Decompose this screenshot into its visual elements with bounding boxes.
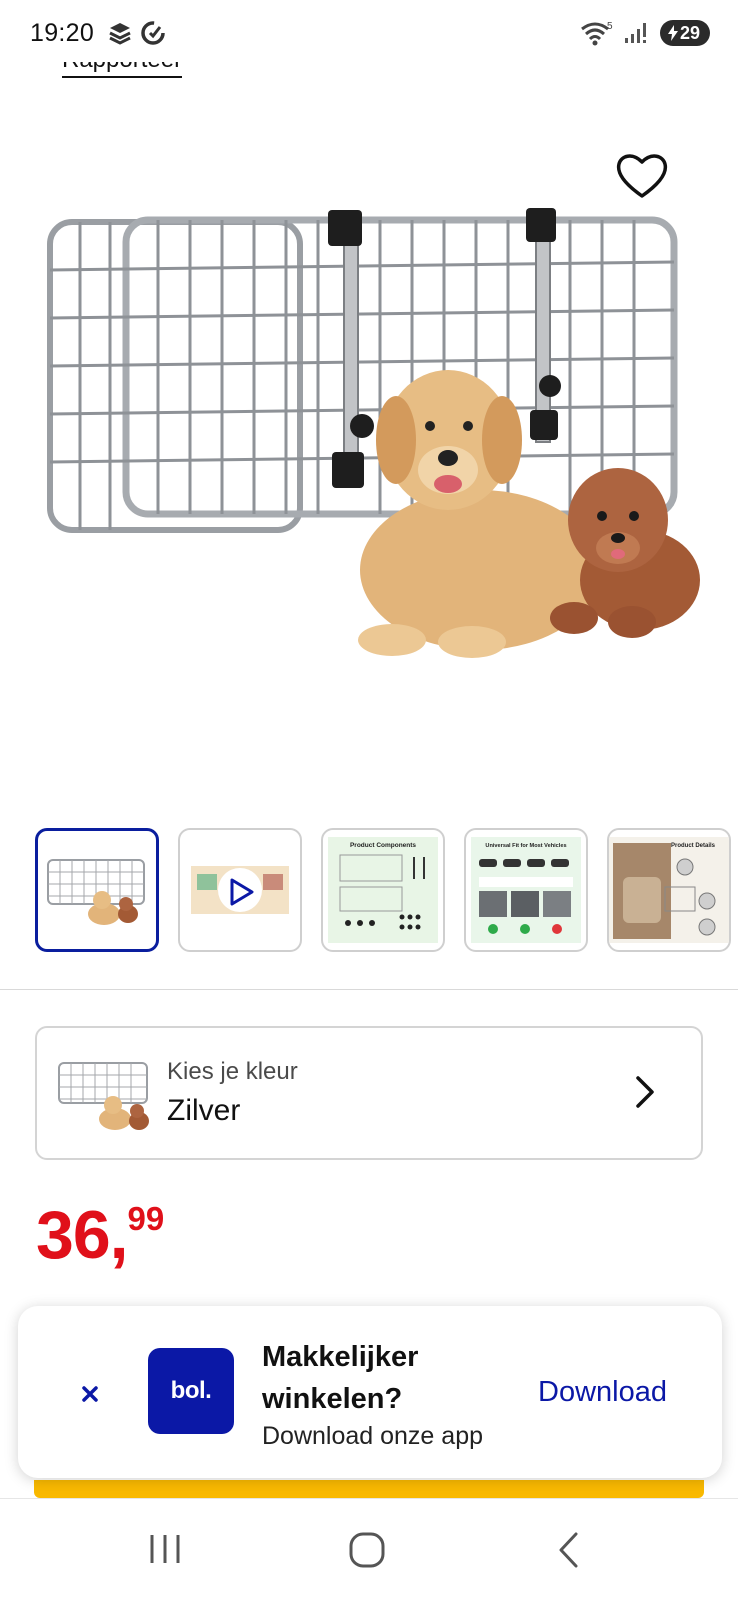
home-icon[interactable]	[348, 1531, 386, 1569]
thumbnail-components[interactable]: Product Components	[321, 828, 445, 952]
price-decimals: 99	[127, 1200, 165, 1237]
dog-car-barrier-image	[47, 208, 700, 658]
wifi-icon: 5	[581, 21, 613, 46]
color-texts: Kies je kleur Zilver	[167, 1058, 298, 1128]
vehicles-thumbnail-image: Universal Fit for Most Vehicles	[471, 837, 581, 943]
add-to-cart-button-partial[interactable]	[34, 1480, 704, 1498]
thumbnail-strip: Product Components Universal Fit for Mos…	[35, 828, 731, 952]
battery-indicator: 29	[659, 20, 710, 46]
stack-icon	[109, 23, 131, 45]
favorite-heart-icon[interactable]	[614, 150, 670, 202]
color-selector-value: Zilver	[167, 1094, 241, 1127]
banner-subtitle: Download onze app	[262, 1422, 483, 1450]
chevron-right-icon	[636, 1076, 654, 1108]
components-thumbnail-image: Product Components	[328, 837, 438, 943]
thumbnail-caption-components: Product Components	[350, 842, 416, 849]
sync-icon	[141, 21, 165, 45]
battery-level: 29	[679, 22, 700, 43]
status-time: 19:20	[30, 18, 95, 47]
thumbnail-details[interactable]: Product Details	[607, 828, 731, 952]
back-icon[interactable]	[556, 1531, 582, 1569]
thumbnail-caption-vehicles: Universal Fit for Most Vehicles	[485, 843, 566, 849]
recent-apps-icon[interactable]	[146, 1531, 184, 1567]
bol-logo: bol.	[148, 1348, 234, 1434]
close-icon[interactable]	[76, 1380, 104, 1408]
download-button[interactable]: Download	[538, 1376, 667, 1409]
charging-bolt-icon	[667, 25, 678, 41]
color-variant-thumbnail	[58, 1062, 149, 1130]
thumbnail-barrier-image	[47, 859, 145, 925]
details-thumbnail-image: Product Details	[609, 837, 729, 943]
banner-title: Makkelijker winkelen?	[262, 1341, 419, 1415]
color-selector-label: Kies je kleur	[167, 1058, 298, 1085]
price-integer: 36,	[36, 1197, 129, 1273]
thumbnail-product-photo[interactable]	[35, 828, 159, 952]
status-right-icons: 5 29	[580, 20, 710, 46]
app-download-banner: bol. Makkelijker winkelen? Download onze…	[18, 1306, 722, 1478]
product-price: 36,99	[36, 1196, 164, 1274]
color-selector[interactable]: Kies je kleur Zilver	[35, 1026, 703, 1160]
status-left-icons	[106, 20, 166, 46]
thumbnail-video[interactable]	[178, 828, 302, 952]
signal-icon	[624, 23, 646, 43]
thumbnail-vehicles[interactable]: Universal Fit for Most Vehicles	[464, 828, 588, 952]
thumbnail-caption-details: Product Details	[671, 843, 716, 849]
play-icon	[230, 878, 254, 906]
status-bar: 19:20 5 29	[0, 0, 738, 66]
android-nav-bar	[0, 1498, 738, 1600]
svg-text:5: 5	[607, 21, 613, 32]
section-divider	[0, 989, 738, 990]
product-main-image[interactable]	[40, 140, 710, 700]
